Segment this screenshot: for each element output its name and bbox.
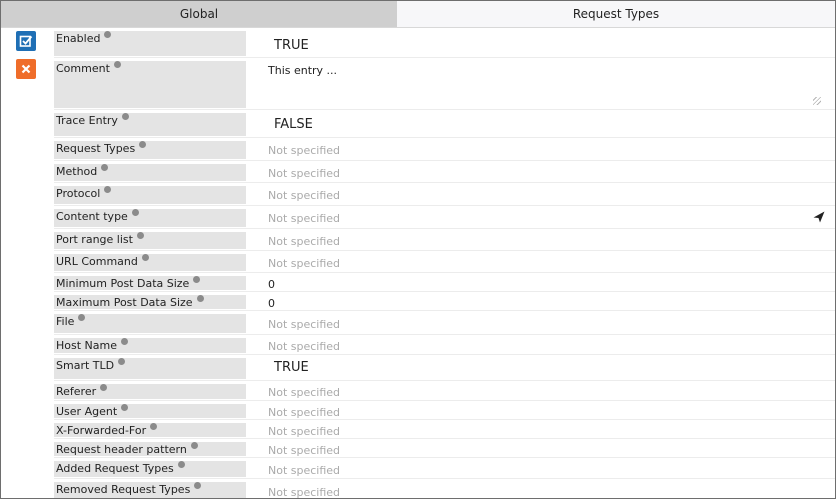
enabled-toggle[interactable]: TRUE	[274, 38, 309, 53]
field-label: Minimum Post Data Size	[54, 276, 246, 290]
delete-button[interactable]	[16, 59, 36, 79]
field-row-minimum-post-data-size: Minimum Post Data Size 0	[54, 273, 835, 292]
x-forwarded-for-value[interactable]: Not specified	[268, 425, 340, 438]
field-row-enabled: Enabled TRUE	[54, 28, 835, 58]
referer-value[interactable]: Not specified	[268, 386, 340, 399]
info-icon	[136, 232, 144, 239]
field-row-method: Method Not specified	[54, 161, 835, 183]
info-icon	[121, 404, 129, 411]
info-icon	[193, 276, 201, 283]
file-value[interactable]: Not specified	[268, 318, 340, 331]
field-label: URL Command	[54, 254, 246, 271]
field-row-added-request-types: Added Request Types Not specified	[54, 458, 835, 479]
check-square-icon	[19, 35, 33, 47]
info-icon	[194, 482, 202, 489]
removed-request-types-value[interactable]: Not specified	[268, 486, 340, 498]
method-value[interactable]: Not specified	[268, 167, 340, 180]
protocol-value[interactable]: Not specified	[268, 189, 340, 202]
field-label: Maximum Post Data Size	[54, 295, 246, 309]
field-list: Enabled TRUE Comment This entry ... Trac…	[54, 28, 835, 498]
request-header-pattern-value[interactable]: Not specified	[268, 444, 340, 457]
field-row-referer: Referer Not specified	[54, 381, 835, 401]
resize-handle[interactable]	[813, 97, 821, 105]
info-icon	[121, 113, 129, 120]
field-label: File	[54, 314, 246, 333]
info-icon	[104, 31, 112, 38]
content-type-value[interactable]: Not specified	[268, 212, 340, 225]
field-row-comment: Comment This entry ...	[54, 58, 835, 110]
field-label: Request Types	[54, 141, 246, 159]
info-icon	[101, 164, 109, 171]
field-row-removed-request-types: Removed Request Types Not specified	[54, 479, 835, 498]
close-icon	[21, 64, 31, 74]
info-icon	[139, 141, 147, 148]
user-agent-value[interactable]: Not specified	[268, 406, 340, 419]
field-label: Referer	[54, 384, 246, 399]
field-label: Trace Entry	[54, 113, 246, 136]
field-label: Enabled	[54, 31, 246, 56]
field-label: User Agent	[54, 404, 246, 418]
field-row-request-types: Request Types Not specified	[54, 138, 835, 161]
field-row-x-forwarded-for: X-Forwarded-For Not specified	[54, 420, 835, 439]
info-icon	[150, 423, 158, 430]
info-icon	[190, 442, 198, 449]
smart-tld-toggle[interactable]: TRUE	[274, 360, 309, 375]
port-range-list-value[interactable]: Not specified	[268, 235, 340, 248]
info-icon	[78, 314, 86, 321]
save-button[interactable]	[16, 31, 36, 51]
field-row-host-name: Host Name Not specified	[54, 335, 835, 355]
field-label: Host Name	[54, 338, 246, 353]
field-row-request-header-pattern: Request header pattern Not specified	[54, 439, 835, 458]
field-label: Method	[54, 164, 246, 181]
rule-editor: Global Request Types Enabled TRUE Commen…	[0, 0, 836, 499]
minimum-post-data-size-value[interactable]: 0	[268, 278, 275, 291]
field-label: X-Forwarded-For	[54, 423, 246, 437]
comment-textarea[interactable]: This entry ...	[268, 64, 337, 77]
url-command-value[interactable]: Not specified	[268, 257, 340, 270]
field-label: Smart TLD	[54, 358, 246, 379]
field-label: Content type	[54, 209, 246, 227]
trace-entry-toggle[interactable]: FALSE	[274, 117, 313, 132]
tab-global[interactable]: Global	[1, 1, 397, 27]
host-name-value[interactable]: Not specified	[268, 340, 340, 353]
field-label: Comment	[54, 61, 246, 108]
field-row-url-command: URL Command Not specified	[54, 251, 835, 273]
info-icon	[100, 384, 108, 391]
field-row-maximum-post-data-size: Maximum Post Data Size 0	[54, 292, 835, 311]
info-icon	[118, 358, 126, 365]
field-row-file: File Not specified	[54, 311, 835, 335]
info-icon	[196, 295, 204, 302]
field-label: Request header pattern	[54, 442, 246, 456]
info-icon	[131, 209, 139, 216]
info-icon	[177, 461, 185, 468]
tab-request-types[interactable]: Request Types	[397, 1, 835, 27]
send-icon[interactable]	[813, 211, 825, 223]
added-request-types-value[interactable]: Not specified	[268, 464, 340, 477]
field-label: Added Request Types	[54, 461, 246, 477]
field-row-user-agent: User Agent Not specified	[54, 401, 835, 420]
info-icon	[121, 338, 128, 345]
maximum-post-data-size-value[interactable]: 0	[268, 297, 275, 310]
info-icon	[104, 186, 112, 193]
field-row-port-range-list: Port range list Not specified	[54, 229, 835, 251]
field-label: Port range list	[54, 232, 246, 249]
field-row-trace-entry: Trace Entry FALSE	[54, 110, 835, 138]
field-row-content-type: Content type Not specified	[54, 206, 835, 229]
tab-bar: Global Request Types	[1, 1, 835, 28]
info-icon	[113, 61, 121, 68]
field-label: Removed Request Types	[54, 482, 246, 498]
field-row-protocol: Protocol Not specified	[54, 183, 835, 206]
request-types-value[interactable]: Not specified	[268, 144, 340, 157]
info-icon	[141, 254, 149, 261]
field-label: Protocol	[54, 186, 246, 204]
field-row-smart-tld: Smart TLD TRUE	[54, 355, 835, 381]
